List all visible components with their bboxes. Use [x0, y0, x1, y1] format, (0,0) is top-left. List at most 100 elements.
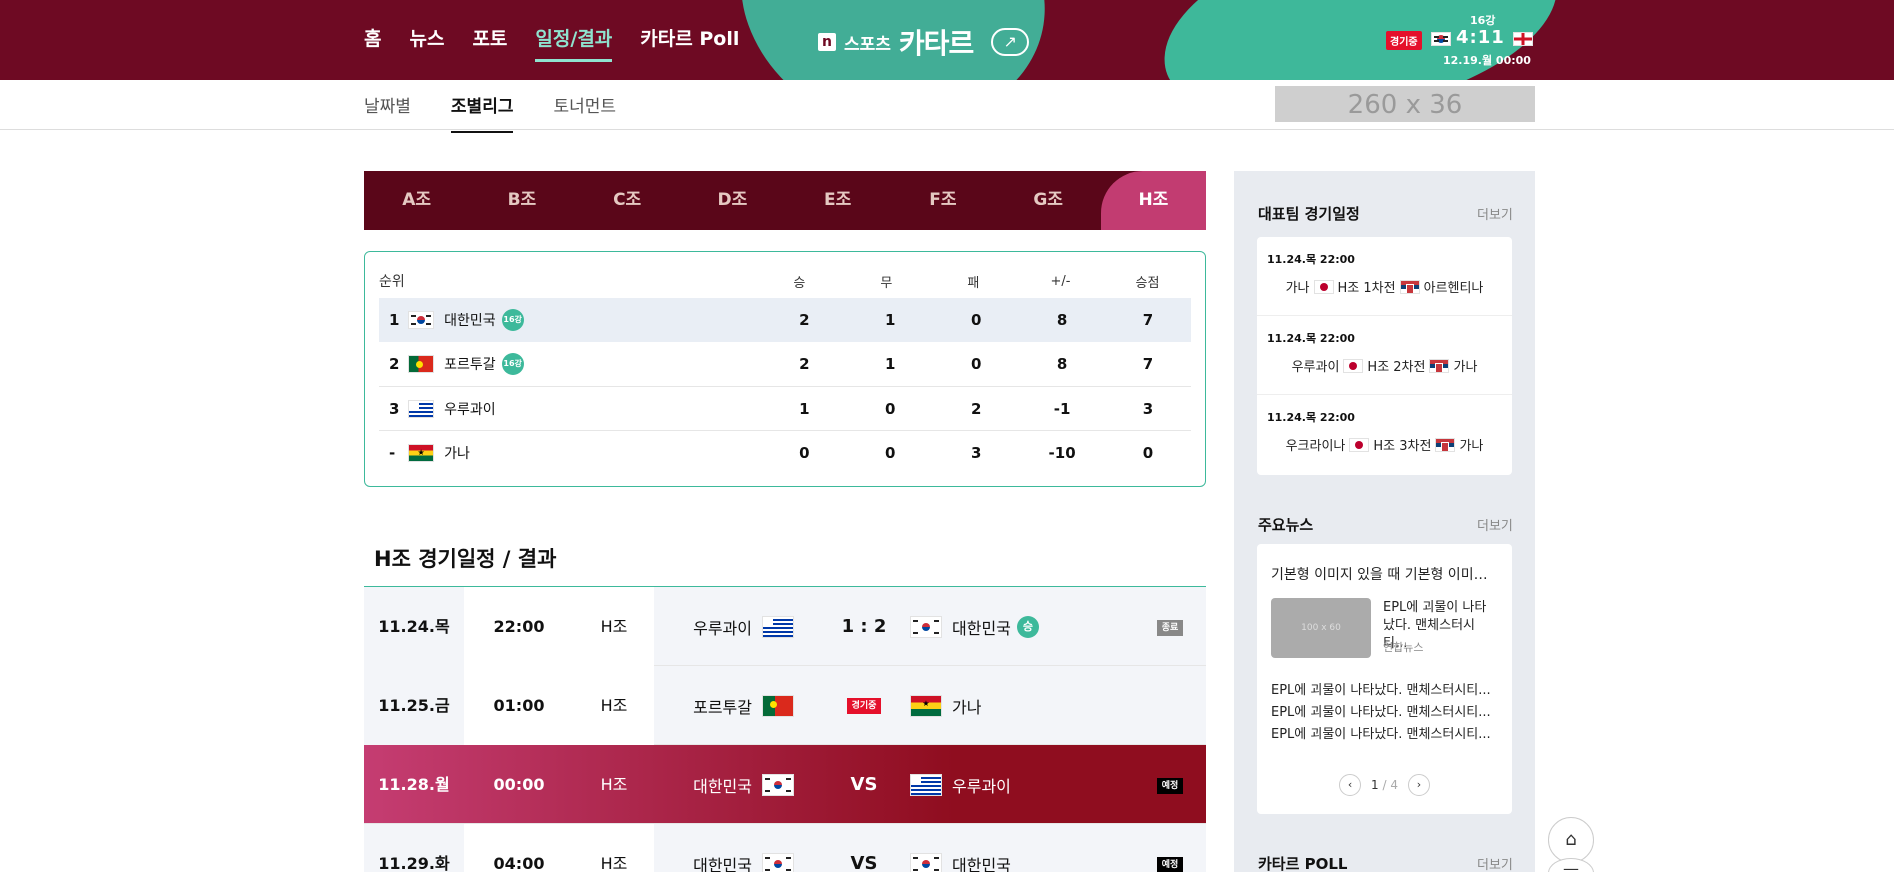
match-time: 00:00 [493, 775, 545, 794]
match-date: 11.24.목 [364, 587, 464, 666]
standings-row[interactable]: 1 대한민국 16강 2 1 0 8 7 [379, 298, 1191, 342]
nav-poll[interactable]: 카타르 Poll [640, 24, 739, 62]
ghana-flag-icon [408, 443, 435, 462]
team-goal-diff: -1 [1053, 399, 1071, 418]
news-headline[interactable]: 기본형 이미지 있을 때 기본형 이미지... [1257, 544, 1512, 584]
tab-group-e[interactable]: E조 [785, 171, 890, 230]
brand-sports: 스포츠 [844, 34, 891, 55]
uruguay-flag-icon [762, 615, 794, 638]
live-round: 16강 [1470, 14, 1496, 27]
tab-group-b[interactable]: B조 [469, 171, 574, 230]
team-name: 포르투갈 [444, 357, 496, 373]
ghana-flag-icon [910, 694, 942, 717]
news-more-link[interactable]: 더보기 [1477, 515, 1513, 534]
tab-by-date[interactable]: 날짜별 [364, 92, 411, 133]
standings-row[interactable]: 3 우루과이 1 0 2 -1 3 [379, 386, 1191, 430]
team-wins: 2 [799, 355, 810, 373]
tab-group-c[interactable]: C조 [575, 171, 680, 230]
home-team-name: 대한민국 [693, 776, 752, 796]
tab-group-f[interactable]: F조 [890, 171, 995, 230]
sidebar: 대표팀 경기일정 더보기 11.24.목 22:00 가나 H조 1차전 아르헨… [1234, 171, 1535, 872]
team-points: 0 [1142, 443, 1154, 462]
menu-icon[interactable]: — [1548, 858, 1594, 872]
tab-group-league[interactable]: 조별리그 [450, 92, 514, 133]
brand-logo[interactable]: n 스포츠 카타르 ↗ [818, 22, 1030, 62]
tab-group-h[interactable]: H조 [1100, 171, 1206, 230]
news-title: 주요뉴스 [1258, 516, 1314, 534]
list-item[interactable]: 11.24.목 22:00 가나 H조 1차전 아르헨티나 [1257, 237, 1512, 316]
tab-group-d[interactable]: D조 [680, 171, 785, 230]
round-of-16-badge: 16강 [501, 309, 524, 331]
chevron-left-icon[interactable]: ‹ [1339, 774, 1362, 796]
news-link[interactable]: EPL에 괴물이 나타났다. 맨체스터시티... [1271, 702, 1499, 724]
tab-group-a[interactable]: A조 [364, 171, 469, 230]
team-draws: 0 [885, 443, 896, 462]
team-schedule-more-link[interactable]: 더보기 [1477, 204, 1513, 223]
status-badge [1134, 666, 1206, 745]
team-name: 대한민국 [444, 313, 496, 329]
away-team-name: 우루과이 [952, 776, 1011, 796]
home-team: 포르투갈 [654, 666, 804, 745]
tab-tournament[interactable]: 토너먼트 [553, 92, 616, 133]
japan-flag-icon [1313, 279, 1334, 294]
nav-news[interactable]: 뉴스 [409, 24, 444, 62]
list-item[interactable]: 11.24.목 22:00 우크라이나 H조 3차전 가나 [1257, 395, 1512, 474]
standings-table: 순위 승 무 패 +/- 승점 1 대한민국 16강 2 1 0 8 7 2 포… [364, 251, 1206, 487]
standings-row[interactable]: - 가나 0 0 3 -10 0 [379, 430, 1191, 474]
serbia-flag-icon [1429, 358, 1450, 373]
uruguay-flag-icon [408, 399, 435, 418]
live-date: 12.19.월 00:00 [1443, 54, 1531, 67]
nav-schedule[interactable]: 일정/결과 [535, 24, 613, 62]
away-team-name: 가나 [952, 697, 982, 717]
korea-flag-icon [910, 852, 942, 872]
england-flag-icon [1513, 32, 1533, 46]
team-losses: 0 [970, 311, 982, 329]
naver-n-icon: n [818, 33, 836, 51]
standings-row[interactable]: 2 포르투갈 16강 2 1 0 8 7 [379, 342, 1191, 386]
list-item[interactable]: 11.24.목 22:00 우루과이 H조 2차전 가나 [1257, 316, 1512, 395]
away-team-name: 아르헨티나 [1423, 281, 1484, 296]
match-group: H조 [574, 666, 654, 745]
team-goal-diff: -10 [1048, 443, 1076, 462]
news-pager: ‹ 1 / 4 › [1257, 774, 1512, 796]
page: 홈 뉴스 포토 일정/결과 카타르 Poll n 스포츠 카타르 ↗ 16강 경… [0, 0, 1894, 872]
live-status-badge: 경기중 [1386, 31, 1422, 50]
match-row[interactable]: 11.29.화 04:00 H조 대한민국 VS 대한민국 예정 [364, 824, 1206, 872]
nav-photo[interactable]: 포토 [472, 24, 507, 62]
nav-home[interactable]: 홈 [364, 24, 381, 62]
team-name: 가나 [444, 445, 470, 462]
away-team-name: 대한민국 [952, 855, 1011, 872]
match-row[interactable]: 11.24.목 22:00 H조 우루과이 1 : 2 대한민국 승 종료 [364, 587, 1206, 666]
live-match-widget[interactable]: 16강 경기중 4:11 12.19.월 00:00 [1386, 12, 1536, 70]
news-link[interactable]: EPL에 괴물이 나타났다. 맨체스터시티... [1271, 680, 1499, 702]
match-label: H조 2차전 [1367, 360, 1426, 375]
match-row[interactable]: 11.28.월 00:00 H조 대한민국 VS 우루과이 예정 [364, 745, 1206, 824]
away-team: 우루과이 [906, 745, 1146, 824]
home-team-name: 가나 [1285, 281, 1310, 296]
tab-group-g[interactable]: G조 [996, 171, 1101, 230]
team-draws: 0 [885, 399, 896, 418]
chevron-right-icon[interactable]: › [1407, 774, 1430, 796]
match-date: 11.24.목 22:00 [1267, 411, 1355, 424]
news-link[interactable]: EPL에 괴물이 나타났다. 맨체스터시티... [1271, 724, 1499, 746]
korea-flag-icon [762, 773, 794, 796]
team-goal-diff: 8 [1056, 311, 1068, 329]
match-date: 11.25.금 [364, 666, 464, 745]
team-schedule-card: 11.24.목 22:00 가나 H조 1차전 아르헨티나 11.24.목 22… [1257, 237, 1512, 475]
header-draws: 무 [880, 275, 893, 291]
news-thumbnail[interactable]: 100 x 60 [1271, 598, 1371, 658]
team-name: 우루과이 [444, 401, 496, 418]
ad-banner[interactable]: 260 x 36 [1275, 86, 1535, 122]
home-icon[interactable]: ⌂ [1548, 817, 1594, 863]
brand-title: 카타르 [898, 27, 974, 60]
poll-more-link[interactable]: 더보기 [1477, 854, 1513, 872]
header-losses: 패 [967, 275, 980, 291]
korea-flag-icon [910, 615, 942, 638]
news-card: 기본형 이미지 있을 때 기본형 이미지... 100 x 60 EPL에 괴물… [1257, 544, 1512, 814]
away-team-name: 대한민국 [952, 618, 1011, 638]
match-row[interactable]: 11.25.금 01:00 H조 포르투갈 경기중 가나 [364, 666, 1206, 745]
share-icon[interactable]: ↗ [991, 28, 1030, 56]
serbia-flag-icon [1435, 437, 1456, 452]
team-draws: 1 [885, 355, 896, 373]
team-losses: 0 [970, 355, 982, 373]
